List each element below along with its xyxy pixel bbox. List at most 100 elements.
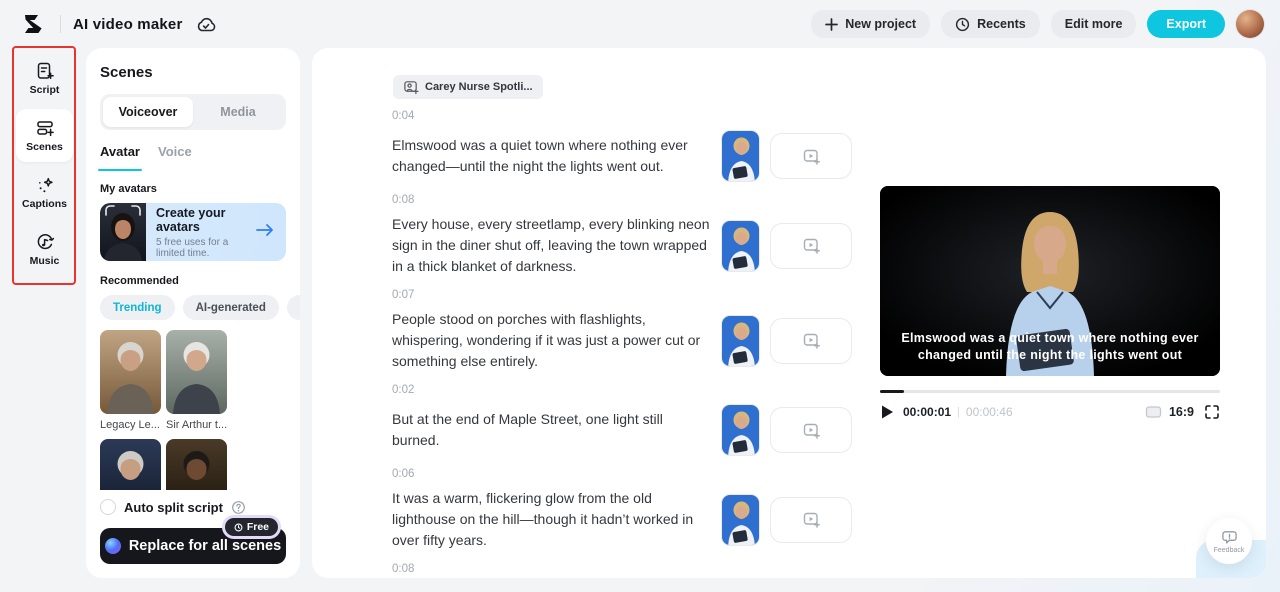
script-segment: 0:06 It was a warm, flickering glow from… (392, 468, 852, 551)
script-segment: 0:07 People stood on porches with flashl… (392, 289, 852, 372)
aspect-ratio-button[interactable] (1145, 405, 1163, 419)
clock-icon (955, 17, 970, 32)
script-icon (35, 61, 55, 81)
help-icon[interactable] (231, 500, 246, 515)
free-badge-label: Free (247, 521, 269, 533)
segment-timestamp: 0:04 (392, 110, 852, 124)
sidebar-item-script[interactable]: Script (16, 52, 73, 105)
tab-media[interactable]: Media (193, 97, 283, 127)
scenes-panel: Scenes Voiceover Media Avatar Voice My a… (86, 48, 300, 578)
sidebar-item-captions[interactable]: Captions (16, 166, 73, 219)
auto-split-toggle[interactable] (100, 499, 116, 515)
auto-split-row: Auto split script (100, 497, 286, 517)
add-media-button[interactable] (770, 497, 852, 543)
sidebar-item-music[interactable]: Music (16, 223, 73, 276)
thumb-person-figure (722, 495, 760, 546)
create-avatars-banner[interactable]: Create your avatars 5 free uses for a li… (100, 203, 286, 261)
add-media-icon (802, 236, 821, 255)
category-chips: Trending AI-generated Profes (100, 295, 286, 320)
edit-more-label: Edit more (1065, 17, 1123, 31)
add-media-button[interactable] (770, 133, 852, 179)
app-root: AI video maker New project Recents Edit … (0, 0, 1280, 592)
chip-professional[interactable]: Profes (287, 295, 300, 320)
cloud-sync-icon[interactable] (195, 15, 217, 34)
segment-avatar-thumbnail[interactable] (721, 130, 760, 182)
arrow-right-icon[interactable] (252, 223, 286, 242)
segment-text[interactable]: Every house, every streetlamp, every bli… (392, 214, 714, 277)
ai-orb-icon (105, 538, 121, 554)
export-button[interactable]: Export (1147, 10, 1225, 38)
fullscreen-button[interactable] (1204, 404, 1220, 420)
avatar-cell (166, 439, 227, 490)
sidebar: Script Scenes Captions Music (16, 52, 73, 276)
total-time: 00:00:46 (966, 405, 1013, 419)
voiceover-media-switch: Voiceover Media (100, 94, 286, 130)
tab-avatar[interactable]: Avatar (100, 144, 140, 167)
segment-text[interactable]: But at the end of Maple Street, one ligh… (392, 409, 714, 451)
avatar-card[interactable] (166, 439, 227, 490)
playback-progress-fill (880, 390, 904, 393)
add-media-icon (802, 421, 821, 440)
panel-title: Scenes (100, 64, 286, 81)
main-canvas: Carey Nurse Spotli... 0:04 Elmswood was … (312, 48, 1266, 578)
time-divider: | (957, 406, 960, 418)
sidebar-item-scenes[interactable]: Scenes (16, 109, 73, 162)
scene-title-chip[interactable]: Carey Nurse Spotli... (393, 75, 543, 99)
add-media-button[interactable] (770, 223, 852, 269)
current-time: 00:00:01 (903, 405, 951, 419)
segment-avatar-thumbnail[interactable] (721, 315, 760, 367)
scenes-panel-footer: Auto split script Free Replace for all s… (86, 490, 300, 578)
chip-trending[interactable]: Trending (100, 295, 175, 320)
topbar: AI video maker New project Recents Edit … (0, 0, 1280, 48)
new-project-button[interactable]: New project (811, 10, 930, 38)
tab-voiceover[interactable]: Voiceover (103, 97, 193, 127)
avatar-card[interactable] (166, 330, 227, 414)
chip-ai-generated[interactable]: AI-generated (183, 295, 279, 320)
page-title: AI video maker (73, 16, 183, 33)
playback-progress-bar[interactable] (880, 390, 1220, 393)
recents-button[interactable]: Recents (941, 10, 1040, 38)
recommended-label: Recommended (100, 275, 286, 287)
segment-timestamp: 0:06 (392, 468, 852, 482)
caption-line-1: Elmswood was a quiet town where nothing … (880, 330, 1220, 347)
avatar-name: Legacy Le... (100, 419, 161, 431)
segment-avatar-thumbnail[interactable] (721, 404, 760, 456)
feedback-button[interactable]: Feedback (1206, 518, 1252, 564)
user-avatar[interactable] (1236, 10, 1264, 38)
video-preview-section: Elmswood was a quiet town where nothing … (880, 186, 1220, 420)
add-media-icon (802, 147, 821, 166)
segment-avatar-thumbnail[interactable] (721, 494, 760, 546)
plus-icon (825, 18, 838, 31)
segment-timestamp: 0:07 (392, 289, 852, 303)
avatar-voice-tabs: Avatar Voice (100, 144, 286, 167)
avatar-person-figure (166, 439, 227, 490)
script-segments-list: 0:04 Elmswood was a quiet town where not… (392, 110, 852, 578)
avatar-card[interactable] (100, 330, 161, 414)
tab-voice[interactable]: Voice (158, 144, 192, 167)
add-media-button[interactable] (770, 407, 852, 453)
banner-title: Create your avatars (156, 206, 252, 234)
segment-text[interactable]: People stood on porches with flashlights… (392, 309, 714, 372)
my-avatars-label: My avatars (100, 183, 286, 195)
free-badge: Free (225, 518, 278, 536)
capcut-logo-icon[interactable] (22, 12, 48, 36)
fullscreen-icon (1204, 404, 1220, 420)
thumb-person-figure (722, 405, 760, 456)
add-media-button[interactable] (770, 318, 852, 364)
scenes-icon (35, 118, 55, 138)
segment-text[interactable]: Elmswood was a quiet town where nothing … (392, 135, 714, 177)
play-button[interactable] (880, 404, 894, 420)
edit-more-button[interactable]: Edit more (1051, 10, 1137, 38)
thumb-person-figure (722, 316, 760, 367)
scenes-panel-scroll[interactable]: Scenes Voiceover Media Avatar Voice My a… (86, 48, 300, 490)
add-media-icon (802, 331, 821, 350)
aspect-ratio-icon (1145, 405, 1163, 419)
segment-text[interactable]: It was a warm, flickering glow from the … (392, 488, 714, 551)
sidebar-item-label: Music (30, 255, 60, 267)
segment-avatar-thumbnail[interactable] (721, 220, 760, 272)
avatar-person-figure (166, 330, 227, 414)
avatar-card[interactable] (100, 439, 161, 490)
video-preview[interactable]: Elmswood was a quiet town where nothing … (880, 186, 1220, 376)
avatar-cell: Honorable ... (100, 439, 161, 490)
auto-split-label: Auto split script (124, 500, 223, 515)
